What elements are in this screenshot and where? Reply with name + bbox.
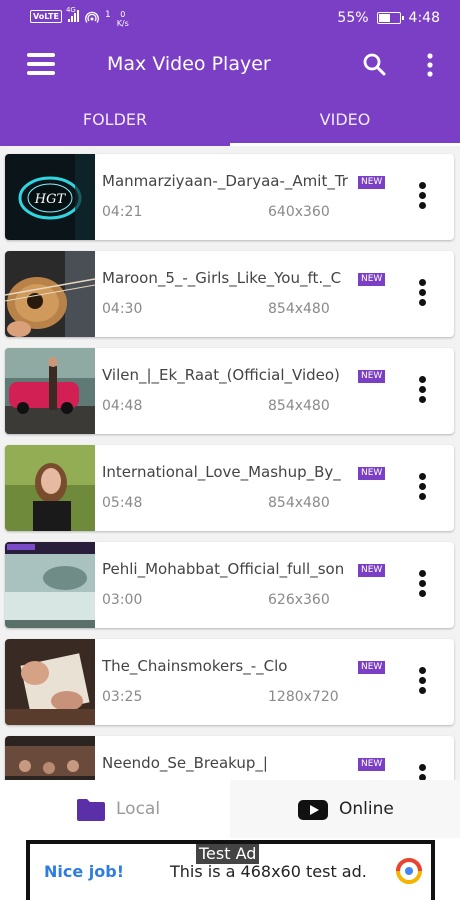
ad-nice-text: Nice job! xyxy=(44,862,125,881)
video-item[interactable]: Vilen_|_Ek_Raat_(Official_Video) NEW 04:… xyxy=(5,348,454,434)
new-badge: NEW xyxy=(358,273,386,286)
ad-choices-icon[interactable] xyxy=(396,858,422,884)
folder-icon xyxy=(77,799,105,821)
more-vert-icon[interactable] xyxy=(420,52,440,78)
video-duration: 04:48 xyxy=(102,398,143,414)
video-thumbnail: HGT xyxy=(5,154,95,240)
clock: 4:48 xyxy=(408,10,440,26)
signal-icon: 4G xyxy=(66,6,79,22)
video-resolution: 640x360 xyxy=(268,204,330,220)
new-badge: NEW xyxy=(358,564,386,577)
more-vert-icon[interactable] xyxy=(415,182,429,214)
video-thumbnail xyxy=(5,251,95,337)
video-item[interactable]: Pehli_Mohabbat_Official_full_son NEW 03:… xyxy=(5,542,454,628)
battery-fill xyxy=(378,14,390,22)
net-speed-value: 0 xyxy=(120,10,126,19)
data-count: 1 xyxy=(104,10,111,20)
status-left: VoLTE 4G 1 0 K/s xyxy=(30,6,129,28)
video-duration: 04:30 xyxy=(102,301,143,317)
ad-label: Test Ad xyxy=(196,844,260,864)
more-vert-icon[interactable] xyxy=(415,376,429,408)
more-vert-icon[interactable] xyxy=(415,279,429,311)
more-vert-icon[interactable] xyxy=(415,473,429,505)
youtube-icon xyxy=(298,800,328,820)
new-badge: NEW xyxy=(358,370,386,383)
video-resolution: 1280x720 xyxy=(268,689,339,705)
tab-bar: FOLDER VIDEO xyxy=(0,104,460,146)
video-thumbnail xyxy=(5,348,95,434)
network-type: 4G xyxy=(65,6,76,14)
new-badge: NEW xyxy=(358,176,386,189)
new-badge: NEW xyxy=(358,467,386,480)
more-vert-icon[interactable] xyxy=(415,667,429,699)
video-duration: 03:00 xyxy=(102,592,143,608)
video-list[interactable]: HGT Manmarziyaan-_Daryaa-_Amit_Tr NEW 04… xyxy=(0,146,460,780)
hotspot-icon xyxy=(85,11,99,23)
video-item[interactable]: The_Chainsmokers_-_Clo NEW 03:25 1280x72… xyxy=(5,639,454,725)
tab-folder[interactable]: FOLDER xyxy=(0,104,230,146)
video-item[interactable]: Neendo_Se_Breakup_| NEW xyxy=(5,736,454,780)
bottom-nav: Local Online xyxy=(0,780,460,838)
app-bar: Max Video Player FOLDER VIDEO xyxy=(0,36,460,146)
tab-video[interactable]: VIDEO xyxy=(230,104,460,146)
net-speed-unit: K/s xyxy=(116,19,129,28)
net-speed: 0 K/s xyxy=(117,10,129,28)
video-title: Vilen_|_Ek_Raat_(Official_Video) xyxy=(102,366,340,384)
battery-percent: 55% xyxy=(337,10,369,26)
video-resolution: 854x480 xyxy=(268,495,330,511)
nav-local-label: Local xyxy=(116,799,161,819)
menu-icon[interactable] xyxy=(27,53,55,77)
video-title: The_Chainsmokers_-_Clo xyxy=(102,657,288,675)
video-duration: 05:48 xyxy=(102,495,143,511)
status-right: 55% 4:48 xyxy=(337,10,440,26)
video-thumbnail xyxy=(5,639,95,725)
video-duration: 04:21 xyxy=(102,204,143,220)
video-resolution: 854x480 xyxy=(268,398,330,414)
more-vert-icon[interactable] xyxy=(415,570,429,602)
battery-icon xyxy=(376,12,404,24)
video-thumbnail xyxy=(5,542,95,628)
volte-indicator: VoLTE xyxy=(30,10,62,23)
nav-online-label: Online xyxy=(339,799,394,819)
video-title: Manmarziyaan-_Daryaa-_Amit_Tr xyxy=(102,172,348,190)
video-title: Neendo_Se_Breakup_| xyxy=(102,754,268,772)
new-badge: NEW xyxy=(358,661,386,674)
video-item[interactable]: International_Love_Mashup_By_ NEW 05:48 … xyxy=(5,445,454,531)
search-icon[interactable] xyxy=(362,52,386,76)
status-bar: VoLTE 4G 1 0 K/s 55% 4:48 xyxy=(0,0,460,36)
video-title: Maroon_5_-_Girls_Like_You_ft._C xyxy=(102,269,342,287)
app-title: Max Video Player xyxy=(107,53,271,75)
new-badge: NEW xyxy=(358,758,386,771)
video-thumbnail xyxy=(5,445,95,531)
video-item[interactable]: HGT Manmarziyaan-_Daryaa-_Amit_Tr NEW 04… xyxy=(5,154,454,240)
more-vert-icon[interactable] xyxy=(415,764,429,780)
video-item[interactable]: Maroon_5_-_Girls_Like_You_ft._C NEW 04:3… xyxy=(5,251,454,337)
video-title: International_Love_Mashup_By_ xyxy=(102,463,341,481)
nav-local[interactable]: Local xyxy=(0,780,230,838)
nav-online[interactable]: Online xyxy=(230,780,460,838)
video-duration: 03:25 xyxy=(102,689,143,705)
video-title: Pehli_Mohabbat_Official_full_son xyxy=(102,560,345,578)
thumbnail-logo-text: HGT xyxy=(34,192,67,207)
ad-text: This is a 468x60 test ad. xyxy=(170,862,367,881)
video-resolution: 626x360 xyxy=(268,592,330,608)
video-thumbnail xyxy=(5,736,95,780)
video-resolution: 854x480 xyxy=(268,301,330,317)
